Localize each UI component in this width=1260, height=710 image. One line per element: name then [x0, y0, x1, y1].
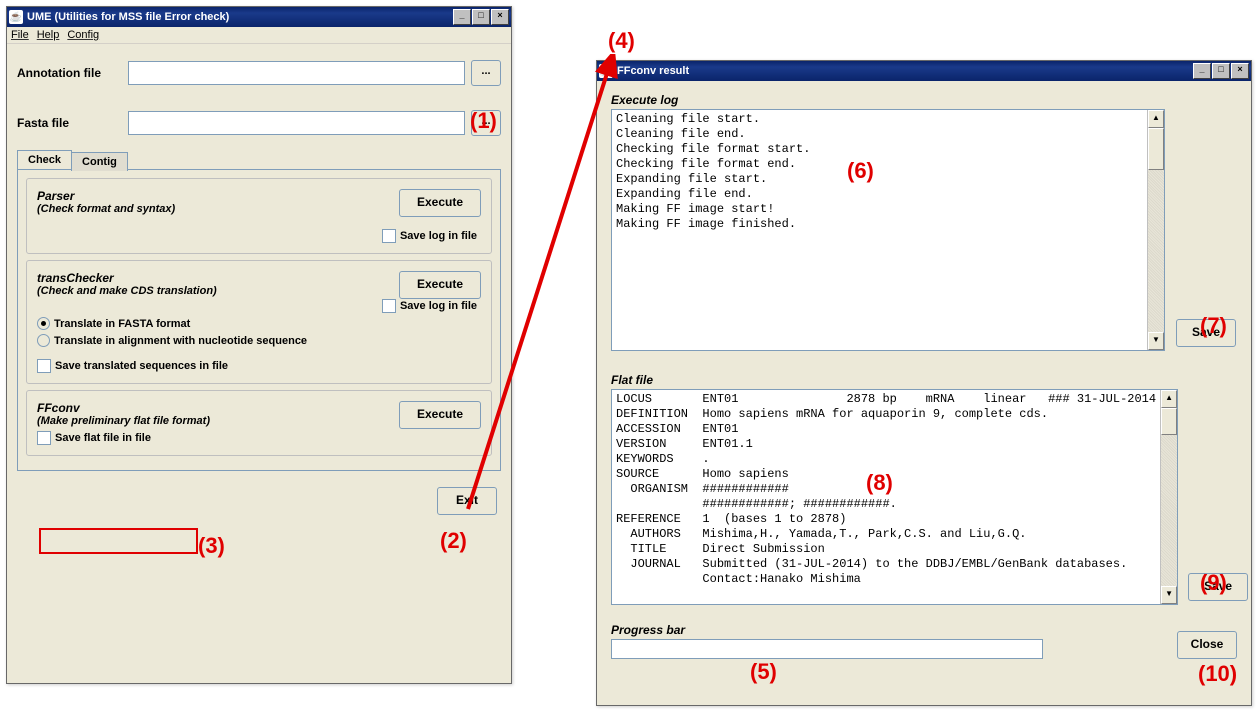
save-flatfile-checkbox[interactable] [37, 431, 51, 445]
fasta-browse-button[interactable]: ... [471, 110, 501, 136]
save-translated-label: Save translated sequences in file [55, 360, 228, 372]
annotation-file-label: Annotation file [17, 66, 122, 80]
fasta-file-label: Fasta file [17, 116, 122, 130]
transchecker-savelog-checkbox[interactable] [382, 299, 396, 313]
log-scrollbar[interactable]: ▲ ▼ [1147, 110, 1164, 350]
tab-check[interactable]: Check [17, 150, 72, 169]
flatfile-area[interactable]: LOCUS ENT01 2878 bp mRNA linear ### 31-J… [611, 389, 1178, 605]
progress-bar [611, 639, 1043, 659]
check-tab-body: Execute Parser (Check format and syntax)… [17, 169, 501, 471]
java-icon [9, 10, 23, 24]
close-button[interactable]: Close [1177, 631, 1237, 659]
execute-log-area[interactable]: Cleaning file start. Cleaning file end. … [611, 109, 1165, 351]
flatfile-save-button[interactable]: Save [1188, 573, 1248, 601]
log-save-button[interactable]: Save [1176, 319, 1236, 347]
parser-savelog-label: Save log in file [400, 230, 477, 242]
parser-savelog-checkbox[interactable] [382, 229, 396, 243]
translate-fasta-radio[interactable] [37, 317, 50, 330]
ffconv-titlebar[interactable]: FFconv result _ □ × [597, 61, 1251, 81]
ume-content: Annotation file ... Fasta file ... Check… [7, 44, 511, 525]
menu-help[interactable]: Help [37, 29, 60, 41]
minimize-icon[interactable]: _ [1193, 63, 1211, 79]
save-translated-checkbox[interactable] [37, 359, 51, 373]
flatfile-title: Flat file [611, 373, 1178, 387]
ume-titlebar[interactable]: UME (Utilities for MSS file Error check)… [7, 7, 511, 27]
annotation-browse-button[interactable]: ... [471, 60, 501, 86]
menubar: File Help Config [7, 27, 511, 44]
maximize-icon[interactable]: □ [1212, 63, 1230, 79]
close-icon[interactable]: × [491, 9, 509, 25]
transchecker-execute-button[interactable]: Execute [399, 271, 481, 299]
tab-bar: Check Contig [17, 150, 501, 169]
execute-log-title: Execute log [611, 93, 1165, 107]
close-icon[interactable]: × [1231, 63, 1249, 79]
annotation-file-input[interactable] [128, 61, 465, 85]
window-buttons: _ □ × [453, 9, 509, 25]
menu-file[interactable]: File [11, 29, 29, 41]
minimize-icon[interactable]: _ [453, 9, 471, 25]
parser-execute-button[interactable]: Execute [399, 189, 481, 217]
translate-align-radio[interactable] [37, 334, 50, 347]
scroll-down-icon[interactable]: ▼ [1148, 332, 1164, 350]
transchecker-savelog-label: Save log in file [400, 300, 477, 312]
scroll-up-icon[interactable]: ▲ [1161, 390, 1177, 408]
ffconv-content: Execute log Cleaning file start. Cleanin… [597, 81, 1251, 671]
progress-title: Progress bar [611, 623, 1043, 637]
scroll-down-icon[interactable]: ▼ [1161, 586, 1177, 604]
ffconv-result-window: FFconv result _ □ × Execute log Cleaning… [596, 60, 1252, 706]
annotation-4: (4) [608, 28, 635, 54]
save-flatfile-label: Save flat file in file [55, 432, 151, 444]
fasta-file-input[interactable] [128, 111, 465, 135]
translate-align-label: Translate in alignment with nucleotide s… [54, 335, 307, 347]
menu-config[interactable]: Config [67, 29, 99, 41]
ffconv-group: Execute FFconv (Make preliminary flat fi… [26, 390, 492, 456]
transchecker-group: Execute transChecker (Check and make CDS… [26, 260, 492, 384]
exit-button[interactable]: Exit [437, 487, 497, 515]
translate-fasta-label: Translate in FASTA format [54, 318, 190, 330]
ffconv-execute-button[interactable]: Execute [399, 401, 481, 429]
window-buttons: _ □ × [1193, 63, 1249, 79]
parser-group: Execute Parser (Check format and syntax)… [26, 178, 492, 254]
maximize-icon[interactable]: □ [472, 9, 490, 25]
flatfile-scrollbar[interactable]: ▲ ▼ [1160, 390, 1177, 604]
ffconv-window-title: FFconv result [617, 65, 1193, 77]
scroll-up-icon[interactable]: ▲ [1148, 110, 1164, 128]
execute-log-text: Cleaning file start. Cleaning file end. … [612, 110, 1147, 350]
flatfile-text: LOCUS ENT01 2878 bp mRNA linear ### 31-J… [612, 390, 1160, 604]
tab-contig[interactable]: Contig [71, 152, 128, 171]
ume-title: UME (Utilities for MSS file Error check) [27, 11, 453, 23]
java-icon [599, 64, 613, 78]
ume-window: UME (Utilities for MSS file Error check)… [6, 6, 512, 684]
